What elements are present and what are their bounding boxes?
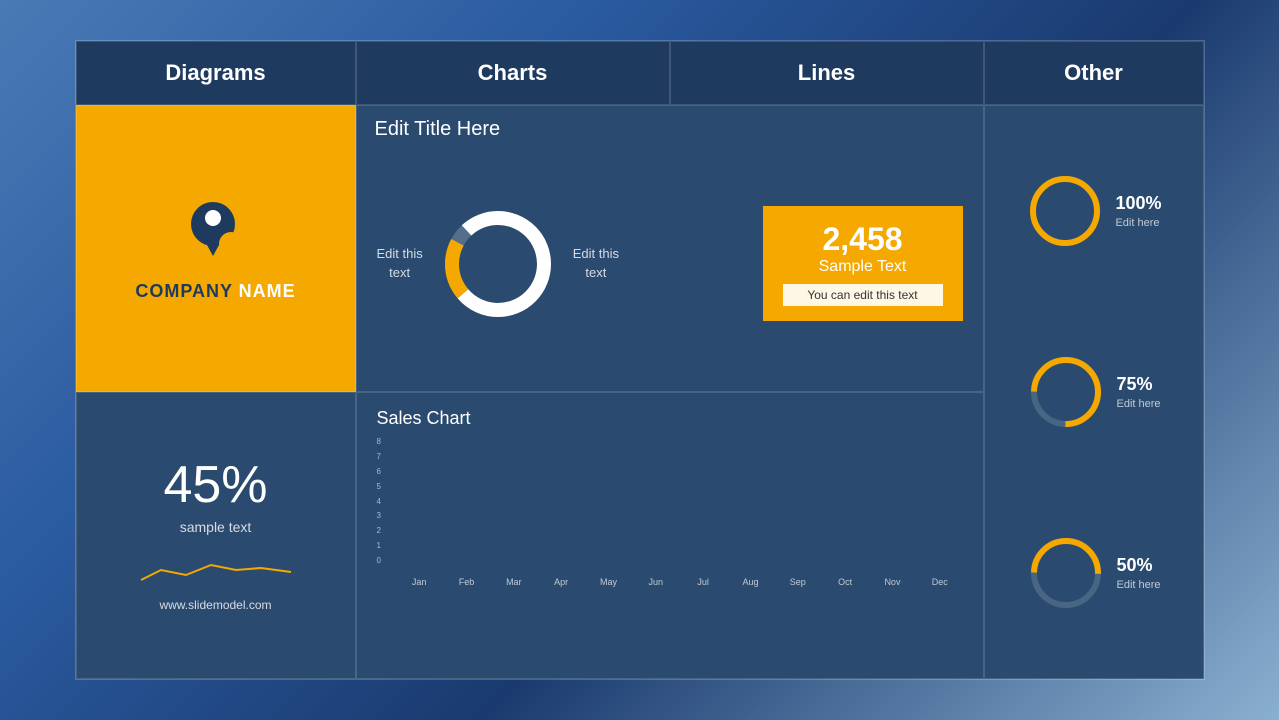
header-other: Other: [984, 41, 1204, 105]
ring-100-svg: [1025, 171, 1105, 251]
ring-50-svg: [1026, 533, 1106, 613]
bar-group: May: [586, 446, 631, 587]
charts-top-title: Edit Title Here: [375, 118, 501, 141]
company-logo: [181, 196, 251, 271]
donut-chart: [438, 204, 558, 324]
percent-cell: 45% sample text www.slidemodel.com: [76, 392, 356, 679]
bar-group: Mar: [491, 446, 536, 587]
y-axis: 0 1 2 3 4 5 6 7 8: [377, 437, 381, 565]
ring-100-pct: 100%: [1115, 193, 1161, 214]
bar-group: Nov: [870, 446, 915, 587]
bar-group: Oct: [822, 446, 867, 587]
ring-75-label: Edit here: [1116, 398, 1160, 410]
sparkline: [136, 550, 296, 590]
sales-chart-cell: Sales Chart 0 1 2 3 4 5 6 7 8 JanFebMarA…: [356, 392, 984, 679]
header-lines: Lines: [670, 41, 984, 105]
donut-right-label: Edit thistext: [573, 245, 619, 281]
donut-section: Edit thistext Edit thistext: [377, 204, 743, 324]
ring-100: 100% Edit here: [1025, 171, 1161, 251]
sales-chart-title: Sales Chart: [377, 408, 963, 429]
company-cell: COMPANY NAME: [76, 105, 356, 392]
bar-chart: JanFebMarAprMayJunJulAugSepOctNovDec: [397, 459, 963, 587]
percent-label: sample text: [180, 519, 252, 535]
donut-left-label: Edit thistext: [377, 245, 423, 281]
ring-75-pct: 75%: [1116, 374, 1160, 395]
charts-top-cell: Edit Title Here Edit thistext Edit thist…: [356, 105, 984, 392]
percent-value: 45%: [163, 459, 267, 511]
header-diagrams: Diagrams: [76, 41, 356, 105]
bar-group: Jul: [680, 446, 725, 587]
ring-50-pct: 50%: [1116, 555, 1160, 576]
bar-group: Apr: [538, 446, 583, 587]
header-charts: Charts: [356, 41, 670, 105]
ring-75-svg: [1026, 352, 1106, 432]
ring-50-label: Edit here: [1116, 579, 1160, 591]
other-cell: 100% Edit here 75% Edit here 50% Edit: [984, 105, 1204, 679]
website-link: www.slidemodel.com: [159, 598, 271, 612]
ring-75: 75% Edit here: [1026, 352, 1160, 432]
stat-number: 2,458: [783, 221, 943, 258]
stat-label: Sample Text: [783, 258, 943, 276]
bar-group: Aug: [728, 446, 773, 587]
bar-group: Jun: [633, 446, 678, 587]
bar-group: Dec: [917, 446, 962, 587]
bar-group: Sep: [775, 446, 820, 587]
ring-50: 50% Edit here: [1026, 533, 1160, 613]
stat-box: 2,458 Sample Text You can edit this text: [763, 206, 963, 321]
stat-sub: You can edit this text: [783, 284, 943, 306]
bar-group: Feb: [444, 446, 489, 587]
bar-group: Jan: [397, 446, 442, 587]
ring-100-label: Edit here: [1115, 217, 1159, 229]
company-name: COMPANY NAME: [135, 281, 295, 302]
